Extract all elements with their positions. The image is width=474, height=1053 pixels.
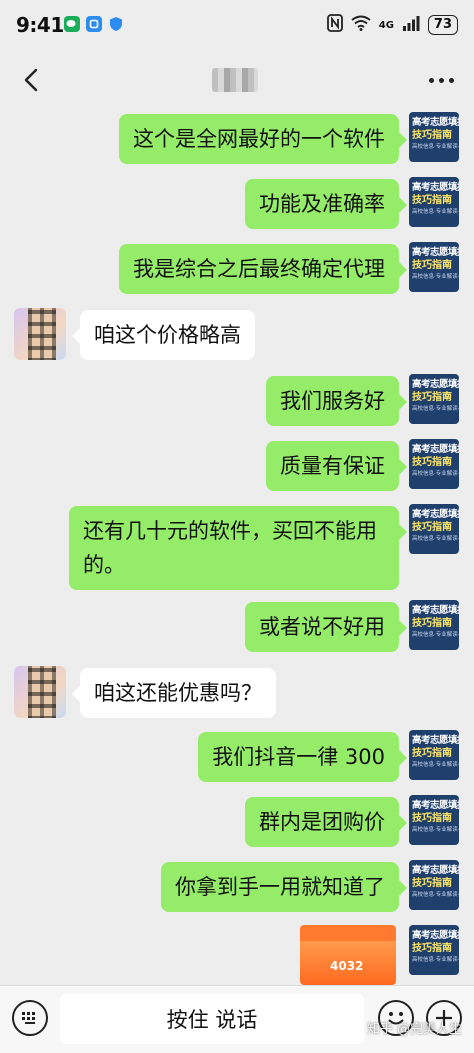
app-notification-icon: [86, 16, 102, 32]
my-message-bubble[interactable]: 群内是团购价: [245, 797, 407, 847]
my-avatar[interactable]: 高考志愿填报 技巧指南 高校信息·专业解读·志愿规划: [409, 730, 459, 780]
wifi-icon: [351, 15, 371, 35]
my-message-bubble[interactable]: 质量有保证: [266, 441, 407, 491]
my-avatar[interactable]: 高考志愿填报 技巧指南 高校信息·专业解读·志愿规划: [409, 439, 459, 489]
their-message-bubble[interactable]: 咱这还能优惠吗？: [72, 668, 276, 718]
my-message-bubble[interactable]: 这个是全网最好的一个软件: [119, 114, 407, 164]
contact-avatar[interactable]: [14, 666, 66, 718]
my-avatar[interactable]: 高考志愿填报 技巧指南 高校信息·专业解读·志愿规划: [409, 600, 459, 650]
wechat-notification-icon: [64, 16, 80, 32]
my-message-bubble[interactable]: 你拿到手一用就知道了: [161, 862, 407, 912]
hold-to-talk-button[interactable]: 按住 说话: [60, 994, 364, 1044]
battery-level: 73: [427, 15, 458, 35]
image-message[interactable]: 4032: [300, 925, 396, 985]
my-avatar[interactable]: 高考志愿填报 技巧指南 高校信息·专业解读·志愿规划: [409, 374, 459, 424]
my-avatar[interactable]: 高考志愿填报 技巧指南 高校信息·专业解读·志愿规划: [409, 860, 459, 910]
watermark: 知乎 @完美人生: [366, 1022, 462, 1037]
my-avatar[interactable]: 高考志愿填报 技巧指南 高校信息·专业解读·志愿规划: [409, 112, 459, 162]
my-message-bubble[interactable]: 功能及准确率: [245, 179, 407, 229]
status-time: 9:41: [16, 13, 64, 37]
my-message-bubble[interactable]: 我是综合之后最终确定代理: [119, 244, 407, 294]
my-avatar[interactable]: 高考志愿填报 技巧指南 高校信息·专业解读·志愿规划: [409, 177, 459, 227]
my-avatar[interactable]: 高考志愿填报 技巧指南 高校信息·专业解读·志愿规划: [409, 242, 459, 292]
more-options-icon[interactable]: [429, 78, 454, 83]
their-message-bubble[interactable]: 咱这个价格略高: [72, 310, 255, 360]
keyboard-icon[interactable]: [12, 1000, 48, 1036]
network-type: 4G: [378, 19, 394, 31]
contact-name-blurred: [212, 68, 258, 92]
chat-message-list[interactable]: 这个是全网最好的一个软件 高考志愿填报 技巧指南 高校信息·专业解读·志愿规划 …: [0, 110, 474, 985]
chat-header: [0, 50, 474, 110]
my-message-bubble[interactable]: 或者说不好用: [245, 602, 407, 652]
status-bar: 9:41 4G 73: [0, 0, 474, 50]
my-message-bubble[interactable]: 我们服务好: [266, 376, 407, 426]
my-message-bubble[interactable]: 我们抖音一律 300: [198, 732, 407, 782]
my-message-bubble[interactable]: 还有几十元的软件，买回不能用的。: [69, 506, 407, 590]
shield-icon: [108, 16, 124, 32]
signal-icon: [402, 15, 420, 35]
image-caption: 4032: [330, 959, 364, 973]
nfc-icon: [326, 14, 343, 36]
my-avatar[interactable]: 高考志愿填报 技巧指南 高校信息·专业解读·志愿规划: [409, 504, 459, 554]
back-icon[interactable]: [18, 66, 46, 94]
my-avatar[interactable]: 高考志愿填报 技巧指南 高校信息·专业解读·志愿规划: [409, 795, 459, 845]
contact-avatar[interactable]: [14, 308, 66, 360]
my-avatar[interactable]: 高考志愿填报 技巧指南 高校信息·专业解读·志愿规划: [409, 925, 459, 975]
